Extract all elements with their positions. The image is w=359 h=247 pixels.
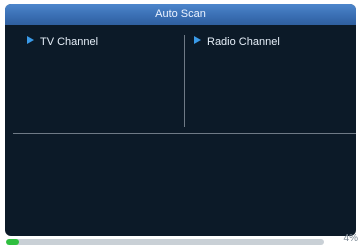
triangle-right-icon	[194, 36, 201, 44]
scan-progress-percent: 4%	[343, 233, 358, 244]
section-divider	[13, 133, 356, 134]
column-divider	[184, 35, 185, 127]
triangle-right-icon	[27, 36, 34, 44]
window-title: Auto Scan	[5, 4, 356, 25]
radio-channel-label: Radio Channel	[207, 36, 280, 48]
tv-channel-header: TV Channel	[27, 36, 98, 49]
radio-channel-header: Radio Channel	[194, 36, 280, 49]
scan-panel: Auto Scan TV Channel Radio Channel	[5, 4, 356, 236]
tv-channel-label: TV Channel	[40, 36, 99, 48]
scan-progress-bar	[6, 239, 324, 245]
auto-scan-screen: Auto Scan TV Channel Radio Channel 4%	[0, 0, 359, 247]
scan-progress-fill	[6, 239, 19, 245]
